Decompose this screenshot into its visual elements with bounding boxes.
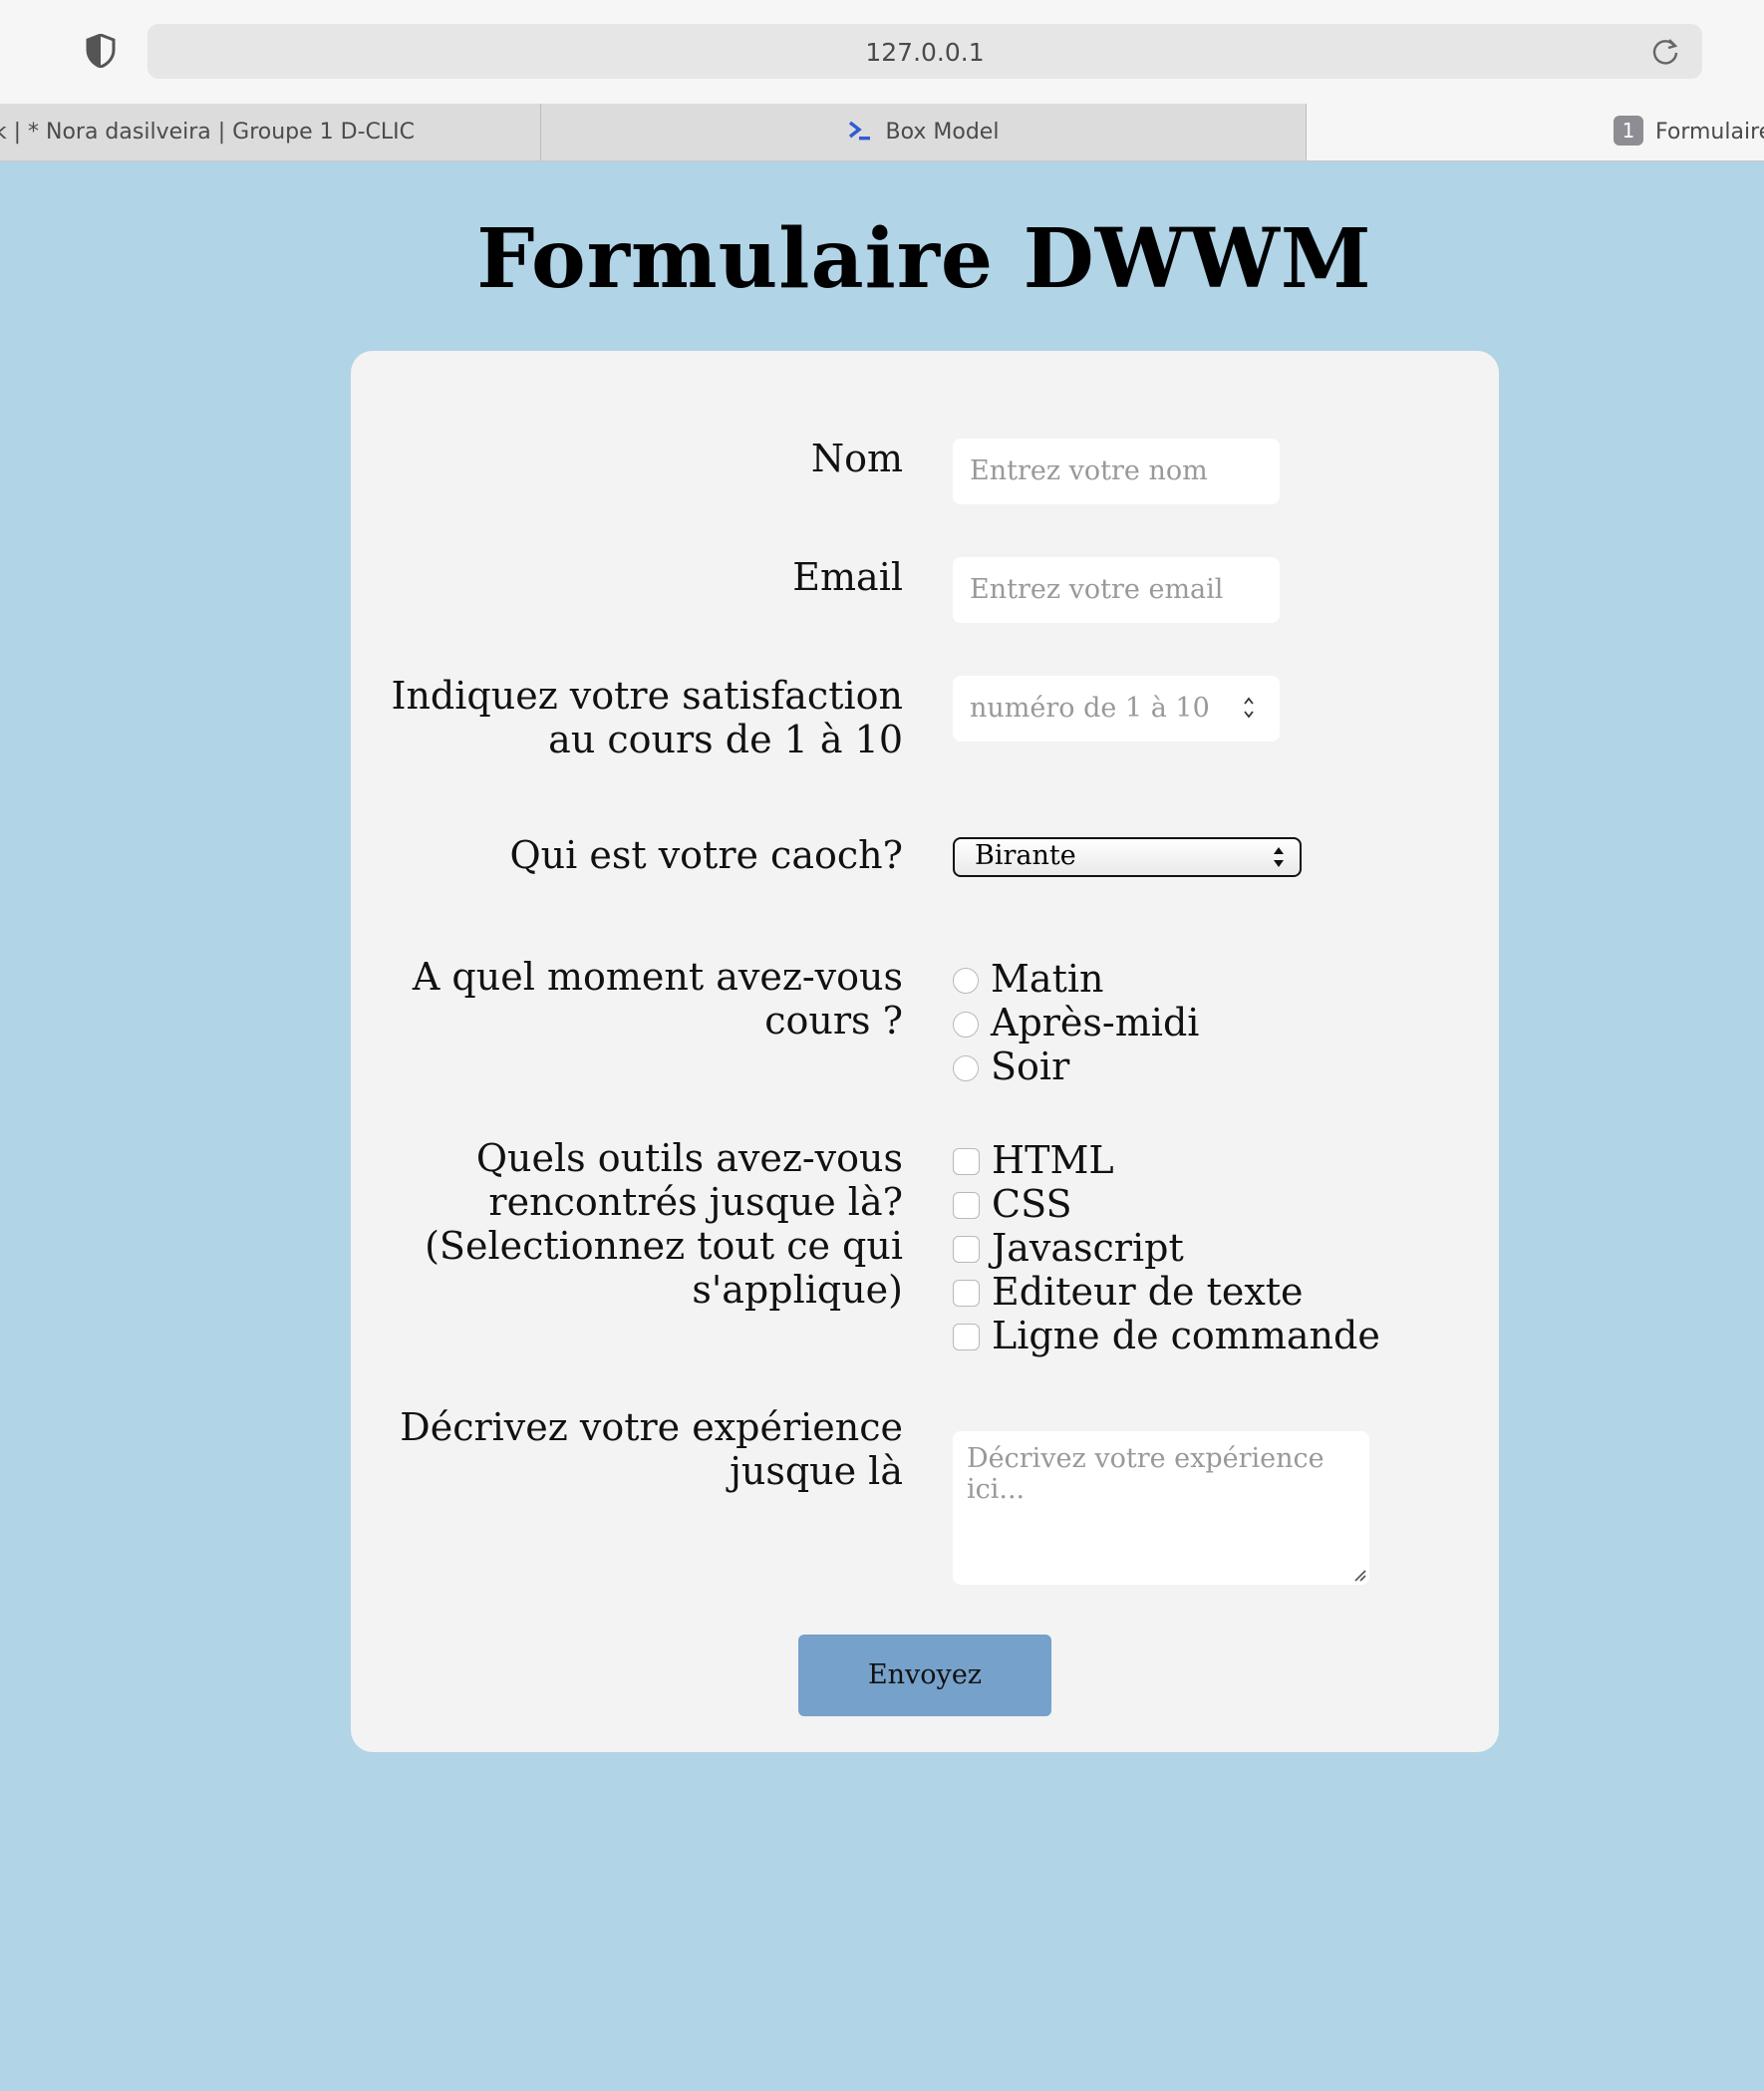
checkbox-label: Javascript [992, 1226, 1184, 1270]
spinner-arrows-icon[interactable] [1242, 694, 1256, 722]
form-card: Nom Email Indiquez votre satisfaction au… [351, 351, 1499, 1752]
tools-label-line: Quels outils avez-vous [475, 1136, 903, 1180]
satisfaction-placeholder: numéro de 1 à 10 [970, 693, 1210, 724]
satisfaction-label: Indiquez votre satisfaction au cours de … [305, 674, 903, 761]
radio-button[interactable] [953, 1011, 979, 1038]
radio-option-soir[interactable]: Soir [953, 1045, 1069, 1088]
checkbox-option-editeur[interactable]: Editeur de texte [953, 1270, 1304, 1314]
tools-label: Quels outils avez-vous rencontrés jusque… [305, 1136, 903, 1312]
radio-button[interactable] [953, 1054, 979, 1081]
checkbox-option-html[interactable]: HTML [953, 1138, 1114, 1182]
tab-nora[interactable]: ck | * Nora dasilveira | Groupe 1 D-CLIC [0, 104, 541, 160]
tools-label-line: s'applique) [692, 1268, 903, 1312]
tools-label-line: (Selectionnez tout ce qui [425, 1224, 903, 1268]
checkbox[interactable] [953, 1324, 980, 1350]
experience-label-line: Décrivez votre expérience [400, 1405, 903, 1449]
radio-label: Matin [991, 957, 1104, 1001]
reload-icon[interactable] [1650, 37, 1680, 67]
name-input[interactable]: Entrez votre nom [953, 439, 1280, 504]
moment-label-line: cours ? [764, 999, 903, 1043]
page-title: Formulaire DWWM [476, 211, 1372, 307]
terminal-icon [848, 121, 870, 141]
experience-placeholder: Décrivez votre expérience ici... [967, 1443, 1324, 1505]
labels-column: Nom Email Indiquez votre satisfaction au… [351, 351, 903, 1752]
browser-toolbar: 127.0.0.1 [0, 0, 1764, 104]
experience-label: Décrivez votre expérience jusque là [305, 1405, 903, 1493]
satisfaction-number-input[interactable]: numéro de 1 à 10 [953, 676, 1280, 742]
url-text: 127.0.0.1 [865, 38, 985, 67]
satisfaction-label-line: Indiquez votre satisfaction [391, 674, 903, 718]
coach-selected-value: Birante [975, 840, 1076, 871]
moment-label-line: A quel moment avez-vous [412, 955, 903, 999]
checkbox-option-javascript[interactable]: Javascript [953, 1226, 1184, 1270]
radio-label: Soir [991, 1045, 1070, 1088]
experience-label-line: jusque là [730, 1449, 903, 1493]
coach-select[interactable]: Birante [953, 837, 1302, 877]
checkbox-label: HTML [992, 1138, 1114, 1182]
tab-strip: ck | * Nora dasilveira | Groupe 1 D-CLIC… [0, 104, 1764, 161]
tab-label: Box Model [885, 120, 1000, 145]
email-input[interactable]: Entrez votre email [953, 557, 1280, 623]
tab-label: ck | * Nora dasilveira | Groupe 1 D-CLIC [0, 120, 415, 145]
satisfaction-label-line: au cours de 1 à 10 [548, 718, 903, 761]
radio-label: Après-midi [991, 1001, 1200, 1045]
checkbox[interactable] [953, 1148, 980, 1175]
checkbox[interactable] [953, 1280, 980, 1307]
resize-grip-icon[interactable] [1352, 1568, 1366, 1582]
email-label: Email [792, 555, 903, 599]
radio-option-apres-midi[interactable]: Après-midi [953, 1001, 1199, 1045]
checkbox-option-ligne-de-commande[interactable]: Ligne de commande [953, 1314, 1380, 1357]
tab-label: Formulaire [1655, 120, 1764, 145]
name-label: Nom [810, 437, 903, 480]
moment-label: A quel moment avez-vous cours ? [305, 955, 903, 1043]
radio-option-matin[interactable]: Matin [953, 957, 1103, 1001]
checkbox-label: Ligne de commande [992, 1314, 1380, 1357]
coach-label: Qui est votre caoch? [509, 833, 904, 877]
tab-box-model[interactable]: Box Model [541, 104, 1307, 160]
checkbox-label: CSS [992, 1182, 1072, 1226]
radio-button[interactable] [953, 967, 979, 994]
checkbox-option-css[interactable]: CSS [953, 1182, 1071, 1226]
submit-button[interactable]: Envoyez [798, 1635, 1051, 1716]
tools-label-line: rencontrés jusque là? [488, 1180, 903, 1224]
checkbox[interactable] [953, 1192, 980, 1219]
experience-textarea[interactable]: Décrivez votre expérience ici... [953, 1431, 1369, 1585]
address-bar[interactable]: 127.0.0.1 [147, 24, 1702, 79]
tab-formulaire[interactable]: 1 Formulaire [1307, 104, 1764, 160]
select-arrows-icon [1274, 847, 1284, 867]
checkbox[interactable] [953, 1236, 980, 1263]
checkbox-label: Editeur de texte [992, 1270, 1304, 1314]
tab-badge: 1 [1614, 116, 1643, 146]
shield-icon[interactable] [86, 34, 116, 68]
